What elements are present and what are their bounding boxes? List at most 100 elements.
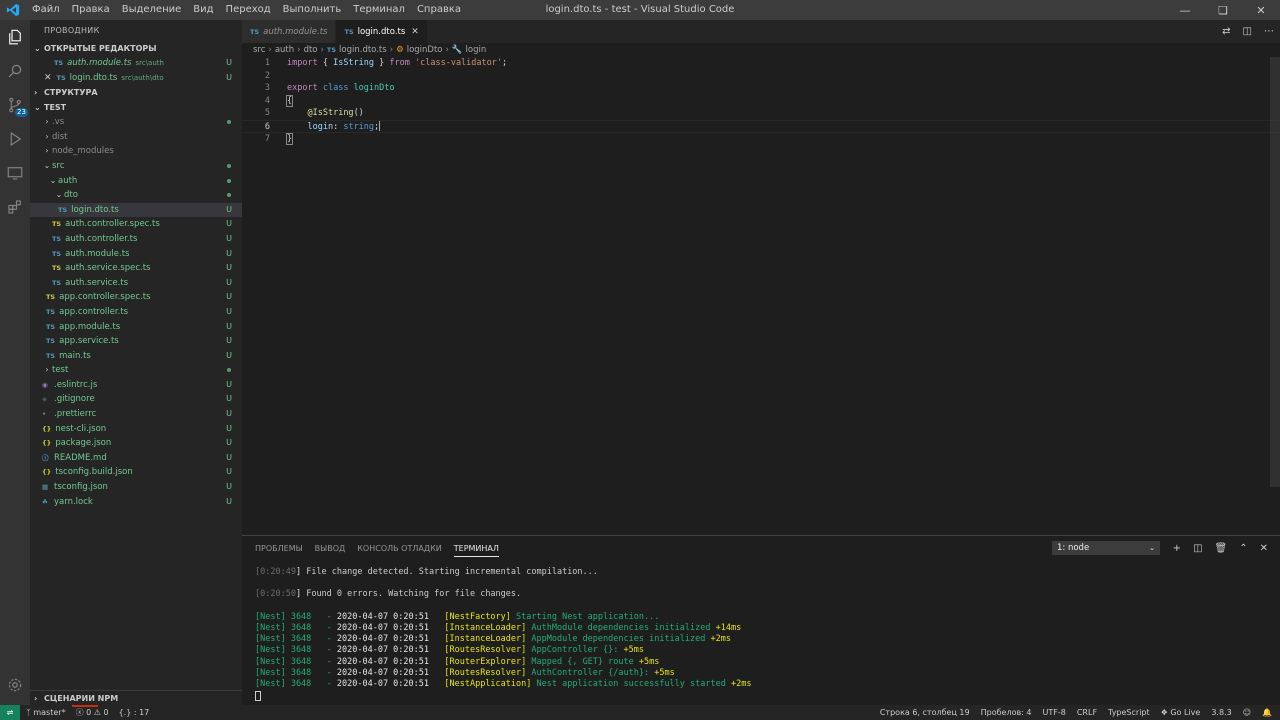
code-editor[interactable]: 1 import { IsString } from 'class-validat… (242, 57, 1280, 145)
source-control-icon[interactable]: 23 (0, 88, 30, 122)
terminal-cursor (255, 690, 261, 701)
yarn-icon: ☘ (42, 497, 48, 506)
git-branch-status[interactable]: ᛉ master* (26, 708, 66, 717)
search-icon[interactable] (0, 54, 30, 88)
activity-bar: 23 (0, 20, 30, 705)
breadcrumb: src › auth › dto › TS login.dto.ts › ⚙ l… (242, 43, 1280, 57)
tree-file[interactable]: ◉ .eslintrc.js U (30, 378, 242, 393)
tab-login-dto[interactable]: TS login.dto.ts ✕ (336, 20, 428, 43)
typescript-icon: TS (56, 73, 66, 82)
close-panel-icon[interactable]: ✕ (1260, 543, 1268, 554)
compare-changes-icon[interactable]: ⇄ (1222, 26, 1230, 37)
terminal-log-line: [Nest] 3648 - 2020-04-07 0:20:51 [Routes… (255, 645, 644, 656)
tree-file[interactable]: ▦ tsconfig.json U (30, 480, 242, 495)
feedback-icon[interactable]: ☺ (1243, 708, 1251, 717)
breadcrumb-item[interactable]: dto (304, 43, 318, 57)
open-editor-item[interactable]: TS auth.module.ts src\auth U (30, 56, 242, 71)
tree-folder[interactable]: ⌄ dto (30, 188, 242, 203)
open-editors-header[interactable]: ⌄ ОТКРЫТЫЕ РЕДАКТОРЫ (30, 42, 242, 56)
tree-folder[interactable]: › .vs (30, 115, 242, 130)
menu-help[interactable]: Справка (411, 0, 467, 20)
warning-icon: ⚠ (93, 708, 101, 717)
menu-selection[interactable]: Выделение (116, 0, 188, 20)
remote-indicator-icon[interactable]: ⇌ (0, 705, 20, 720)
tab-auth-module[interactable]: TS auth.module.ts (242, 20, 337, 43)
editor-scrollbar[interactable] (1270, 57, 1280, 487)
breadcrumb-item[interactable]: src (253, 43, 265, 57)
tree-file-selected[interactable]: TS login.dto.ts U (30, 202, 242, 218)
explorer-icon[interactable] (0, 20, 30, 54)
tree-file[interactable]: TS app.controller.spec.ts U (30, 290, 242, 305)
menu-view[interactable]: Вид (187, 0, 219, 20)
problems-status[interactable]: ⓧ 0 ⚠ 0 (76, 707, 109, 718)
tree-file[interactable]: ☘ yarn.lock U (30, 495, 242, 510)
menu-edit[interactable]: Правка (66, 0, 116, 20)
maximize-panel-icon[interactable]: ⌃ (1239, 543, 1247, 554)
split-terminal-icon[interactable]: ◫ (1193, 543, 1202, 554)
terminal-select[interactable]: 1: node ⌄ (1052, 541, 1160, 555)
tree-file[interactable]: TS auth.service.spec.ts U (30, 261, 242, 276)
tree-file[interactable]: ⓘ README.md U (30, 451, 242, 466)
npm-scripts-header[interactable]: › СЦЕНАРИИ NPM (30, 690, 242, 705)
tree-folder[interactable]: ⌄ auth (30, 174, 242, 189)
close-window-button[interactable]: ✕ (1242, 0, 1280, 20)
tab-debug-console[interactable]: КОНСОЛЬ ОТЛАДКИ (357, 544, 442, 553)
close-tab-icon[interactable]: ✕ (411, 27, 419, 37)
close-editor-icon[interactable]: ✕ (44, 71, 52, 86)
tree-file[interactable]: TS auth.controller.ts U (30, 232, 242, 247)
extensions-icon[interactable] (0, 190, 30, 224)
tree-folder[interactable]: › dist (30, 130, 242, 145)
breadcrumb-item[interactable]: login (466, 43, 487, 57)
tab-problems[interactable]: ПРОБЛЕМЫ (255, 544, 303, 553)
tree-file[interactable]: TS auth.service.ts U (30, 276, 242, 291)
end-of-line[interactable]: CRLF (1077, 708, 1097, 717)
minimize-button[interactable]: — (1166, 0, 1204, 20)
tree-file[interactable]: TS app.service.ts U (30, 334, 242, 349)
encoding[interactable]: UTF-8 (1043, 708, 1066, 717)
go-live-button[interactable]: ❖ Go Live (1161, 708, 1201, 717)
json-status[interactable]: {.} : 17 (119, 708, 150, 717)
tree-folder[interactable]: › node_modules (30, 144, 242, 159)
settings-gear-icon[interactable] (0, 668, 30, 702)
run-debug-icon[interactable] (0, 122, 30, 156)
typescript-spec-icon: TS (52, 264, 62, 273)
kill-terminal-icon[interactable]: 🗑 (1215, 543, 1228, 554)
project-header[interactable]: ⌄ TEST (30, 101, 242, 115)
menu-run[interactable]: Выполнить (277, 0, 348, 20)
outline-header[interactable]: › СТРУКТУРА (30, 86, 242, 100)
typescript-icon: TS (46, 351, 56, 360)
remote-explorer-icon[interactable] (0, 156, 30, 190)
breadcrumb-item[interactable]: auth (275, 43, 294, 57)
notifications-bell-icon[interactable]: 🔔 (1262, 708, 1272, 717)
menu-go[interactable]: Переход (220, 0, 277, 20)
breadcrumb-item[interactable]: loginDto (407, 43, 443, 57)
tree-file[interactable]: • .prettierrc U (30, 407, 242, 422)
tree-folder[interactable]: ⌄ src (30, 159, 242, 174)
maximize-button[interactable]: ❏ (1204, 0, 1242, 20)
more-actions-icon[interactable]: ⋯ (1264, 26, 1274, 37)
tree-file[interactable]: TS app.controller.ts U (30, 305, 242, 320)
language-mode[interactable]: TypeScript (1108, 708, 1150, 717)
tree-file[interactable]: {} nest-cli.json U (30, 422, 242, 437)
tree-file[interactable]: {} tsconfig.build.json U (30, 465, 242, 480)
tree-file[interactable]: TS app.module.ts U (30, 320, 242, 335)
tree-folder[interactable]: › test (30, 363, 242, 378)
indentation[interactable]: Пробелов: 4 (981, 708, 1032, 717)
split-editor-icon[interactable]: ◫ (1243, 26, 1252, 37)
menu-terminal[interactable]: Терминал (347, 0, 411, 20)
open-editor-item[interactable]: ✕ TS login.dto.ts src\auth\dto U (30, 71, 242, 86)
tree-file[interactable]: {} package.json U (30, 436, 242, 451)
cursor-position[interactable]: Строка 6, столбец 19 (880, 708, 970, 717)
tab-terminal[interactable]: ТЕРМИНАЛ (453, 544, 499, 557)
tree-file[interactable]: ◆ .gitignore U (30, 392, 242, 407)
tree-file[interactable]: TS main.ts U (30, 349, 242, 364)
breadcrumb-item[interactable]: login.dto.ts (339, 43, 387, 57)
terminal-output[interactable]: [0:20:49] File change detected. Starting… (242, 561, 1280, 702)
tree-file[interactable]: TS auth.module.ts U (30, 247, 242, 262)
new-terminal-icon[interactable]: + (1173, 543, 1181, 554)
typescript-version[interactable]: 3.8.3 (1211, 708, 1231, 717)
tree-file[interactable]: TS auth.controller.spec.ts U (30, 217, 242, 232)
tab-output[interactable]: ВЫВОД (315, 544, 346, 553)
json-icon: {} (42, 439, 52, 448)
menu-file[interactable]: Файл (26, 0, 66, 20)
